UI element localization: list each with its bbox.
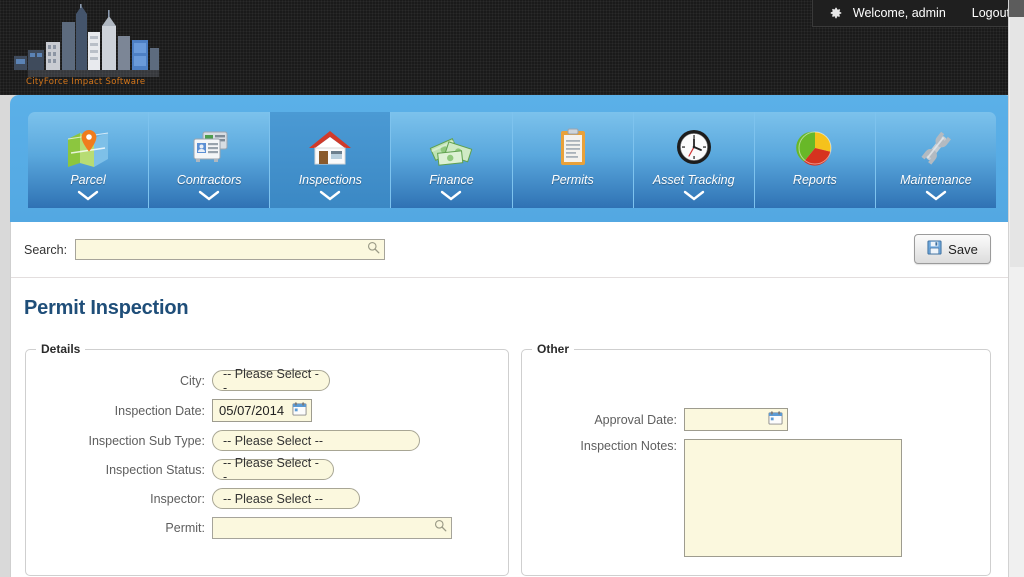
scrollbar-top-cap bbox=[1009, 0, 1024, 17]
permit-field-wrapper bbox=[212, 517, 452, 539]
permit-input[interactable] bbox=[212, 517, 452, 539]
inspection-status-select[interactable]: -- Please Select -- bbox=[212, 459, 334, 480]
money-icon bbox=[428, 121, 474, 175]
nav-tab-parcel[interactable]: Parcel bbox=[28, 112, 149, 208]
notes-label: Inspection Notes: bbox=[532, 439, 684, 453]
logout-link[interactable]: Logout bbox=[972, 6, 1010, 20]
field-row-inspection-date: Inspection Date: 05/07/2014 bbox=[36, 399, 498, 422]
clipboard-icon bbox=[550, 121, 596, 175]
inspector-select[interactable]: -- Please Select -- bbox=[212, 488, 360, 509]
nav-tab-label: Parcel bbox=[70, 173, 105, 187]
status-label: Inspection Status: bbox=[36, 463, 212, 477]
main-navigation: Parcel bbox=[10, 95, 1014, 222]
calendar-icon[interactable] bbox=[292, 401, 307, 421]
field-row-inspector: Inspector: -- Please Select -- bbox=[36, 488, 498, 509]
chevron-down-icon bbox=[683, 188, 705, 206]
nav-tab-label: Contractors bbox=[177, 173, 242, 187]
nav-tab-finance[interactable]: Finance bbox=[391, 112, 512, 208]
field-row-permit: Permit: bbox=[36, 517, 498, 539]
map-pin-icon bbox=[65, 121, 111, 175]
nav-tab-contractors[interactable]: Contractors bbox=[149, 112, 270, 208]
details-legend: Details bbox=[36, 342, 85, 356]
calendar-icon[interactable] bbox=[768, 410, 783, 430]
logo-text: CityForce Impact Software bbox=[26, 77, 145, 87]
field-row-notes: Inspection Notes: bbox=[532, 439, 980, 557]
inspection-notes-textarea[interactable] bbox=[684, 439, 902, 557]
nav-tab-label: Maintenance bbox=[900, 173, 972, 187]
house-icon bbox=[307, 121, 353, 175]
chevron-down-icon bbox=[198, 188, 220, 206]
other-legend: Other bbox=[532, 342, 574, 356]
field-row-approval-date: Approval Date: bbox=[532, 408, 980, 431]
sub-type-label: Inspection Sub Type: bbox=[36, 434, 212, 448]
inspection-date-label: Inspection Date: bbox=[36, 404, 212, 418]
page-content: Search: Save Permit Inspection bbox=[10, 222, 1014, 577]
inspection-date-value: 05/07/2014 bbox=[219, 403, 284, 418]
field-row-city: City: -- Please Select -- bbox=[36, 370, 498, 391]
scrollbar-thumb[interactable] bbox=[1010, 17, 1024, 267]
gear-icon[interactable] bbox=[829, 6, 843, 20]
chevron-down-icon bbox=[925, 188, 947, 206]
search-label: Search: bbox=[24, 243, 67, 257]
nav-tab-asset-tracking[interactable]: Asset Tracking bbox=[634, 112, 755, 208]
permit-label: Permit: bbox=[36, 521, 212, 535]
user-bar: Welcome, admin Logout bbox=[812, 0, 1024, 27]
id-cards-icon bbox=[186, 121, 232, 175]
page-scrollbar[interactable] bbox=[1008, 0, 1024, 577]
nav-tab-label: Inspections bbox=[299, 173, 362, 187]
nav-tab-label: Asset Tracking bbox=[653, 173, 735, 187]
nav-tab-maintenance[interactable]: Maintenance bbox=[876, 112, 996, 208]
welcome-message: Welcome, admin bbox=[829, 6, 946, 20]
nav-tab-label: Finance bbox=[429, 173, 473, 187]
chevron-down-icon bbox=[440, 188, 462, 206]
city-skyline-icon bbox=[14, 4, 164, 78]
form-columns: Details City: -- Please Select -- Inspec… bbox=[11, 320, 1013, 576]
nav-tab-label: Reports bbox=[793, 173, 837, 187]
inspector-label: Inspector: bbox=[36, 492, 212, 506]
app-logo[interactable]: CityForce Impact Software bbox=[14, 4, 204, 90]
details-fieldset: Details City: -- Please Select -- Inspec… bbox=[25, 342, 509, 576]
toolbar: Search: Save bbox=[11, 222, 1013, 278]
site-header: CityForce Impact Software Welcome, admin… bbox=[0, 0, 1024, 95]
wrench-icon bbox=[913, 121, 959, 175]
search-input[interactable] bbox=[75, 239, 385, 260]
welcome-text: Welcome, admin bbox=[853, 6, 946, 20]
save-button-label: Save bbox=[948, 242, 978, 257]
chevron-down-icon bbox=[77, 188, 99, 206]
nav-tab-label: Permits bbox=[551, 173, 593, 187]
inspection-date-field[interactable]: 05/07/2014 bbox=[212, 399, 312, 422]
city-select[interactable]: -- Please Select -- bbox=[212, 370, 330, 391]
search-field-wrapper bbox=[75, 239, 385, 260]
pie-chart-icon bbox=[792, 121, 838, 175]
other-fieldset: Other Approval Date: bbox=[521, 342, 991, 576]
field-row-sub-type: Inspection Sub Type: -- Please Select -- bbox=[36, 430, 498, 451]
inspection-sub-type-select[interactable]: -- Please Select -- bbox=[212, 430, 420, 451]
field-row-status: Inspection Status: -- Please Select -- bbox=[36, 459, 498, 480]
approval-date-field[interactable] bbox=[684, 408, 788, 431]
nav-tab-permits[interactable]: Permits bbox=[513, 112, 634, 208]
page-title: Permit Inspection bbox=[11, 278, 1013, 320]
city-label: City: bbox=[36, 374, 212, 388]
save-button[interactable]: Save bbox=[914, 234, 991, 264]
clock-icon bbox=[671, 121, 717, 175]
floppy-disk-icon bbox=[927, 240, 942, 258]
chevron-down-icon bbox=[319, 188, 341, 206]
nav-tabs: Parcel bbox=[28, 112, 996, 208]
approval-date-label: Approval Date: bbox=[532, 413, 684, 427]
nav-tab-reports[interactable]: Reports bbox=[755, 112, 876, 208]
nav-tab-inspections[interactable]: Inspections bbox=[270, 112, 391, 208]
